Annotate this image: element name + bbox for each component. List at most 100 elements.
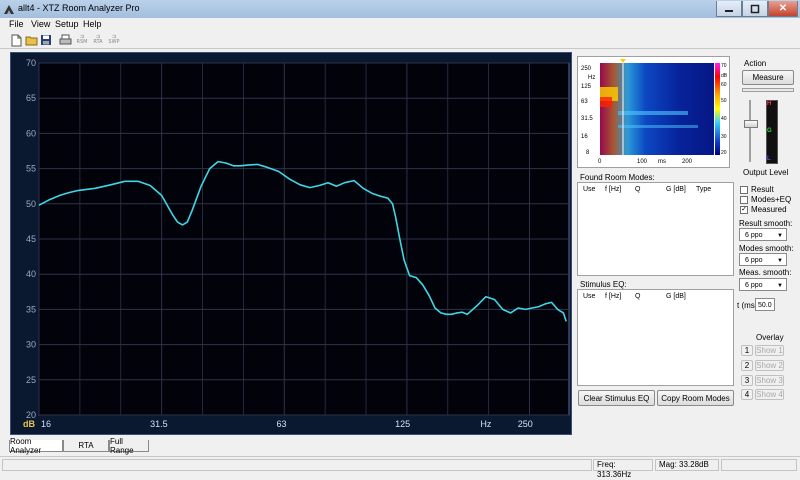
rsm-icon[interactable]: ⇉ RSM	[74, 33, 90, 47]
x-tick-label: 125	[395, 419, 410, 429]
frequency-response-chart[interactable]: 20 25 30 35 40 45 50 55 60 65 70 16 31.5 63 125 250 dB Hz	[10, 52, 572, 435]
toolbar: ⇉ RSM ⇉ RTA ⇉ SWP	[0, 32, 800, 49]
close-icon: ✕	[778, 3, 788, 14]
y-tick-label: 40	[26, 269, 36, 279]
y-tick-label: 45	[26, 234, 36, 244]
measure-button[interactable]: Measure	[742, 70, 794, 85]
time-input[interactable]: 50.0	[755, 298, 775, 311]
output-level-slider[interactable]	[744, 120, 758, 128]
tab-room-analyzer[interactable]: Room Analyzer	[9, 437, 63, 455]
column-header: Use	[583, 186, 596, 193]
result-smooth-label: Result smooth:	[739, 219, 793, 228]
menu-help[interactable]: Help	[83, 19, 102, 29]
spec-ytick: 63	[581, 99, 588, 105]
meter-label-good: G	[767, 128, 772, 134]
y-tick-label: 60	[26, 128, 36, 138]
minimize-icon	[725, 9, 733, 12]
chevron-down-icon: ▼	[777, 282, 783, 289]
show-1-button[interactable]: Show 1	[755, 345, 784, 356]
menu-view[interactable]: View	[31, 19, 50, 29]
meter-label-high: H	[767, 101, 772, 107]
open-folder-icon[interactable]	[24, 33, 38, 47]
modes-smooth-select[interactable]: 6 ppo ▼	[739, 253, 787, 266]
spectrogram-svg: 250 Hz 125 63 31.5 16 8 0 100 ms 200 dB …	[581, 59, 728, 165]
overlay-2-button[interactable]: 2	[741, 360, 753, 371]
y-tick-label: 65	[26, 93, 36, 103]
column-header: Q	[635, 186, 641, 193]
select-value: 6 ppo	[745, 232, 763, 239]
modes-eq-checkbox-label: Modes+EQ	[751, 195, 792, 204]
print-icon[interactable]	[58, 33, 72, 47]
result-checkbox-label: Result	[751, 185, 774, 194]
result-smooth-select[interactable]: 6 ppo ▼	[739, 228, 787, 241]
column-header: f [Hz]	[605, 293, 622, 300]
show-2-button[interactable]: Show 2	[755, 360, 784, 371]
spec-xtick: ms	[658, 159, 666, 165]
x-tick-label: 31.5	[150, 419, 168, 429]
frequency-response-svg: 202530354045505560657016 31.5 63 125 250dB Hz	[23, 58, 570, 429]
y-tick-label: 30	[26, 340, 36, 350]
spec-ytick: 125	[581, 84, 592, 90]
column-header: Use	[583, 293, 596, 300]
result-checkbox[interactable]	[740, 186, 748, 194]
menu-file[interactable]: File	[9, 19, 24, 29]
status-freq: Freq: 313.36Hz	[593, 459, 653, 479]
rta-icon[interactable]: ⇉ RTA	[90, 33, 106, 47]
close-button[interactable]: ✕	[768, 1, 798, 17]
spec-scale-tick: 20	[721, 150, 727, 156]
spec-ytick: 31.5	[581, 116, 593, 122]
tab-full-range[interactable]: Full Range	[109, 437, 149, 455]
column-header: f [Hz]	[605, 186, 622, 193]
copy-room-modes-button[interactable]: Copy Room Modes	[657, 390, 734, 406]
action-title: Action	[744, 59, 767, 68]
output-level-label: Output Level	[743, 168, 789, 177]
status-mag: Mag: 33.28dB	[655, 459, 719, 471]
time-value: 50.0	[758, 302, 772, 309]
y-tick-label: 35	[26, 304, 36, 314]
measure-progress	[742, 88, 794, 92]
spec-xtick: 100	[637, 159, 648, 165]
stimulus-eq-table[interactable]: Use f [Hz] Q G [dB]	[577, 289, 734, 386]
spectrogram-panel[interactable]: 250 Hz 125 63 31.5 16 8 0 100 ms 200 dB …	[577, 56, 730, 168]
y-tick-label: 25	[26, 375, 36, 385]
y-tick-label: 55	[26, 164, 36, 174]
window-title: allt4 - XTZ Room Analyzer Pro	[18, 3, 140, 13]
show-4-button[interactable]: Show 4	[755, 389, 784, 400]
overlay-1-button[interactable]: 1	[741, 345, 753, 356]
spec-scale-tick: 60	[721, 82, 727, 88]
x-tick-label: 63	[276, 419, 286, 429]
overlay-4-button[interactable]: 4	[741, 389, 753, 400]
spec-ytick: Hz	[588, 75, 595, 81]
spec-scale-tick: 70	[721, 63, 727, 69]
new-file-icon[interactable]	[9, 33, 23, 47]
y-tick-label: 70	[26, 58, 36, 68]
room-modes-title: Found Room Modes:	[580, 173, 655, 182]
spec-scale-unit: dB	[721, 73, 728, 79]
column-header: Type	[696, 186, 712, 193]
meas-smooth-select[interactable]: 6 ppo ▼	[739, 278, 787, 291]
maximize-button[interactable]	[742, 1, 768, 17]
save-icon[interactable]	[39, 33, 53, 47]
clear-stimulus-eq-button[interactable]: Clear Stimulus EQ	[578, 390, 655, 406]
menu-setup[interactable]: Setup	[55, 19, 79, 29]
overlay-3-button[interactable]: 3	[741, 375, 753, 386]
select-value: 6 ppo	[745, 282, 763, 289]
title-bar: allt4 - XTZ Room Analyzer Pro ✕	[0, 0, 800, 19]
spec-xtick: 200	[682, 159, 693, 165]
chevron-down-icon: ▼	[777, 257, 783, 264]
measured-checkbox[interactable]: ✓	[740, 206, 748, 214]
chevron-down-icon: ▼	[777, 232, 783, 239]
room-modes-table[interactable]: Use f [Hz] Q G [dB] Type	[577, 182, 734, 276]
status-extra	[721, 459, 797, 471]
minimize-button[interactable]	[716, 1, 742, 17]
output-level-track	[749, 100, 751, 162]
status-message	[2, 459, 592, 471]
meter-label-low: L	[767, 156, 771, 162]
tab-rta[interactable]: RTA	[63, 440, 109, 452]
show-3-button[interactable]: Show 3	[755, 375, 784, 386]
column-header: G [dB]	[666, 186, 686, 193]
sweep-icon[interactable]: ⇉ SWP	[106, 33, 122, 47]
x-tick-label: 16	[41, 419, 51, 429]
measured-checkbox-label: Measured	[751, 205, 787, 214]
modes-eq-checkbox[interactable]	[740, 196, 748, 204]
